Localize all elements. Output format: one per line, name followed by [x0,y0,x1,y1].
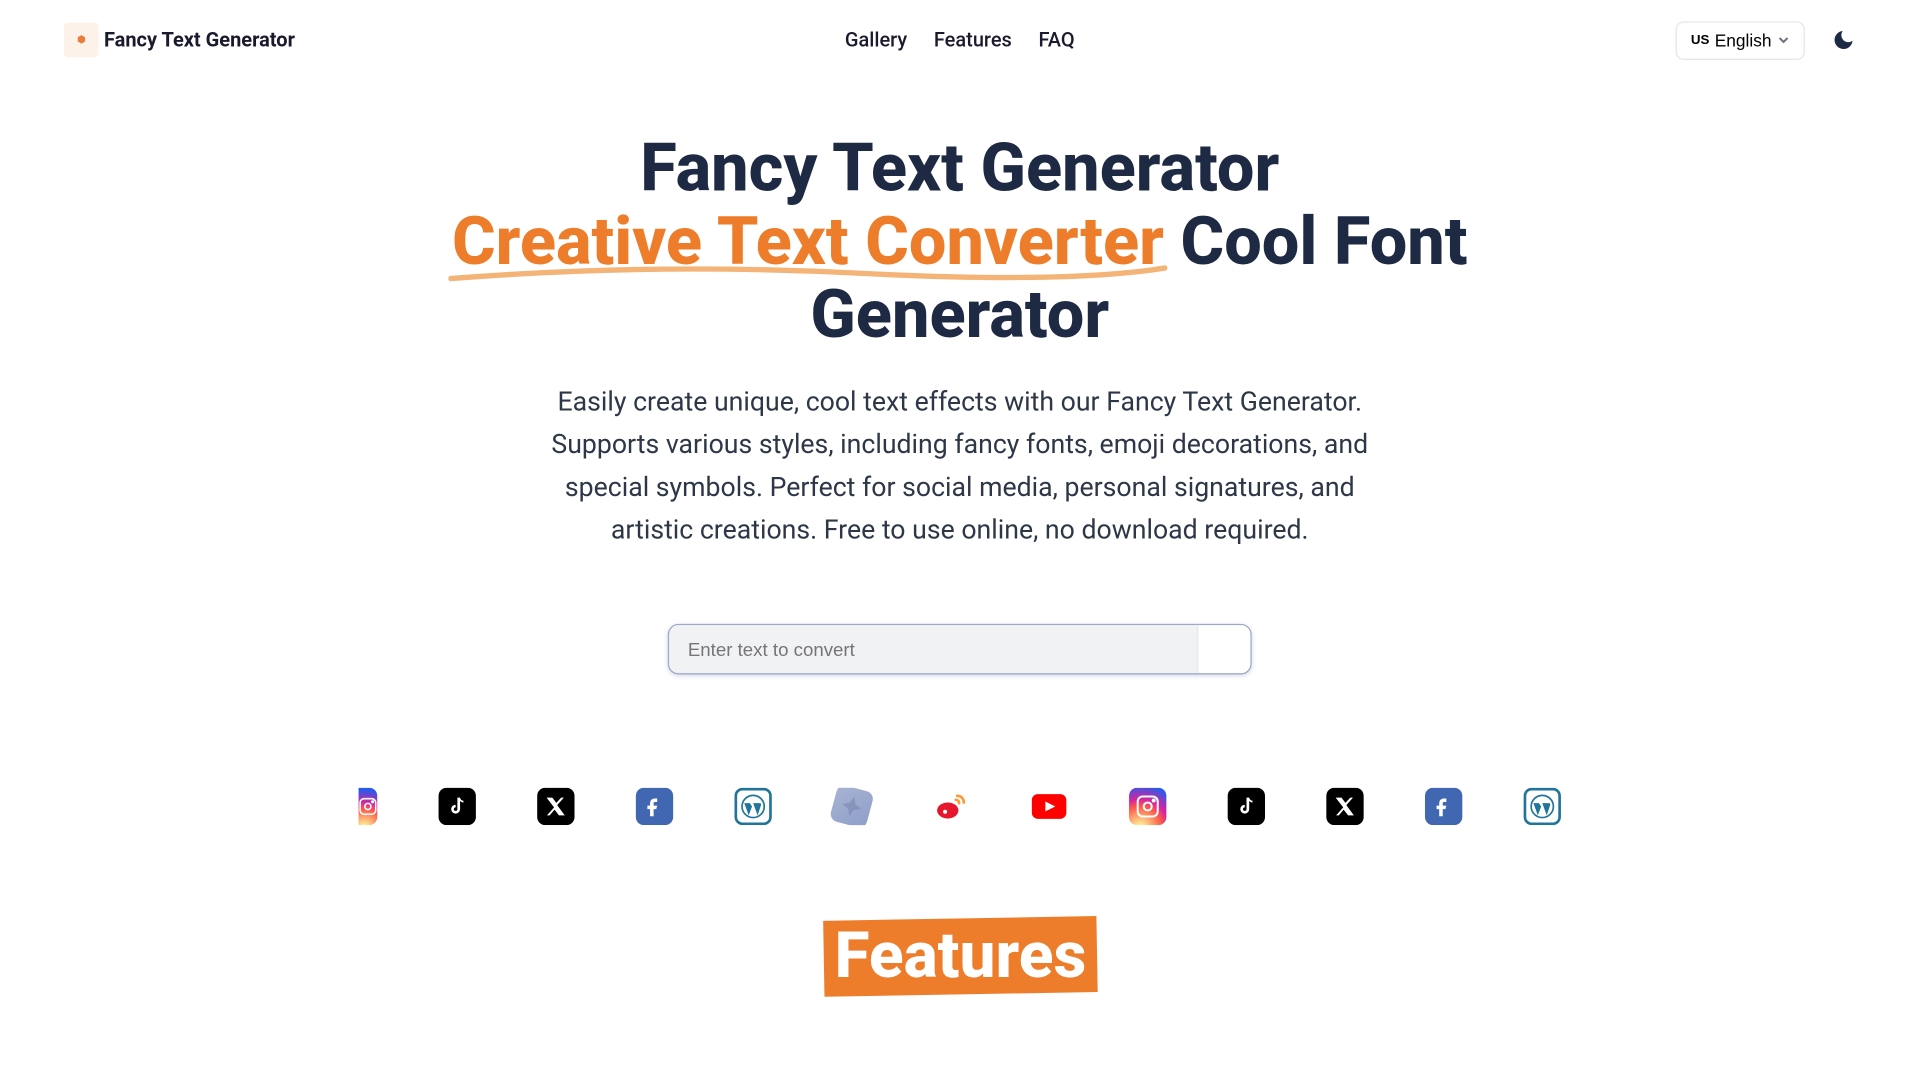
x-twitter-icon [537,788,574,825]
logo-text: Fancy Text Generator [104,28,295,52]
instagram-icon [359,788,378,825]
header-right: US English [1676,21,1855,60]
tiktok-icon [1228,788,1265,825]
hero-description: Easily create unique, cool text effects … [547,380,1373,551]
instagram-icon [1129,788,1166,825]
nav-gallery[interactable]: Gallery [845,28,907,52]
features-title-background: Features [823,916,1097,996]
features-title-wrapper: Features [823,918,1096,994]
hero-section: Fancy Text Generator Creative Text Conve… [0,80,1920,994]
language-selector[interactable]: US English [1676,21,1805,60]
x-twitter-icon [1326,788,1363,825]
logo-icon: ⬢ [64,23,99,58]
hero-highlight-text: Creative Text Converter [452,204,1164,281]
convert-button[interactable] [1197,625,1250,673]
youtube-icon [1030,788,1067,825]
nav-faq[interactable]: FAQ [1038,28,1074,52]
logo-section[interactable]: ⬢ Fancy Text Generator [64,23,295,58]
weibo-icon [932,788,969,825]
theme-toggle-button[interactable] [1832,28,1856,52]
moon-icon [1832,28,1856,52]
hero-title: Fancy Text Generator Creative Text Conve… [347,133,1573,353]
input-wrapper [668,624,1252,675]
tiktok-icon [439,788,476,825]
chevron-down-icon [1777,33,1790,46]
nav-features[interactable]: Features [934,28,1012,52]
wordpress-icon [734,788,771,825]
input-section [27,624,1893,675]
facebook-icon [636,788,673,825]
site-header: ⬢ Fancy Text Generator Gallery Features … [0,0,1920,80]
social-icon-strip [27,788,1893,825]
hero-title-line1: Fancy Text Generator [640,131,1279,208]
bard-icon [829,788,875,825]
nav-menu: Gallery Features FAQ [845,28,1075,52]
text-convert-input[interactable] [669,625,1197,673]
features-section: Features [27,918,1893,994]
flag-icon: US [1691,33,1710,48]
language-label: English [1715,30,1772,50]
facebook-icon [1425,788,1462,825]
wordpress-icon [1524,788,1561,825]
hero-title-highlight: Creative Text Converter [452,207,1164,280]
features-title: Features [834,921,1086,991]
